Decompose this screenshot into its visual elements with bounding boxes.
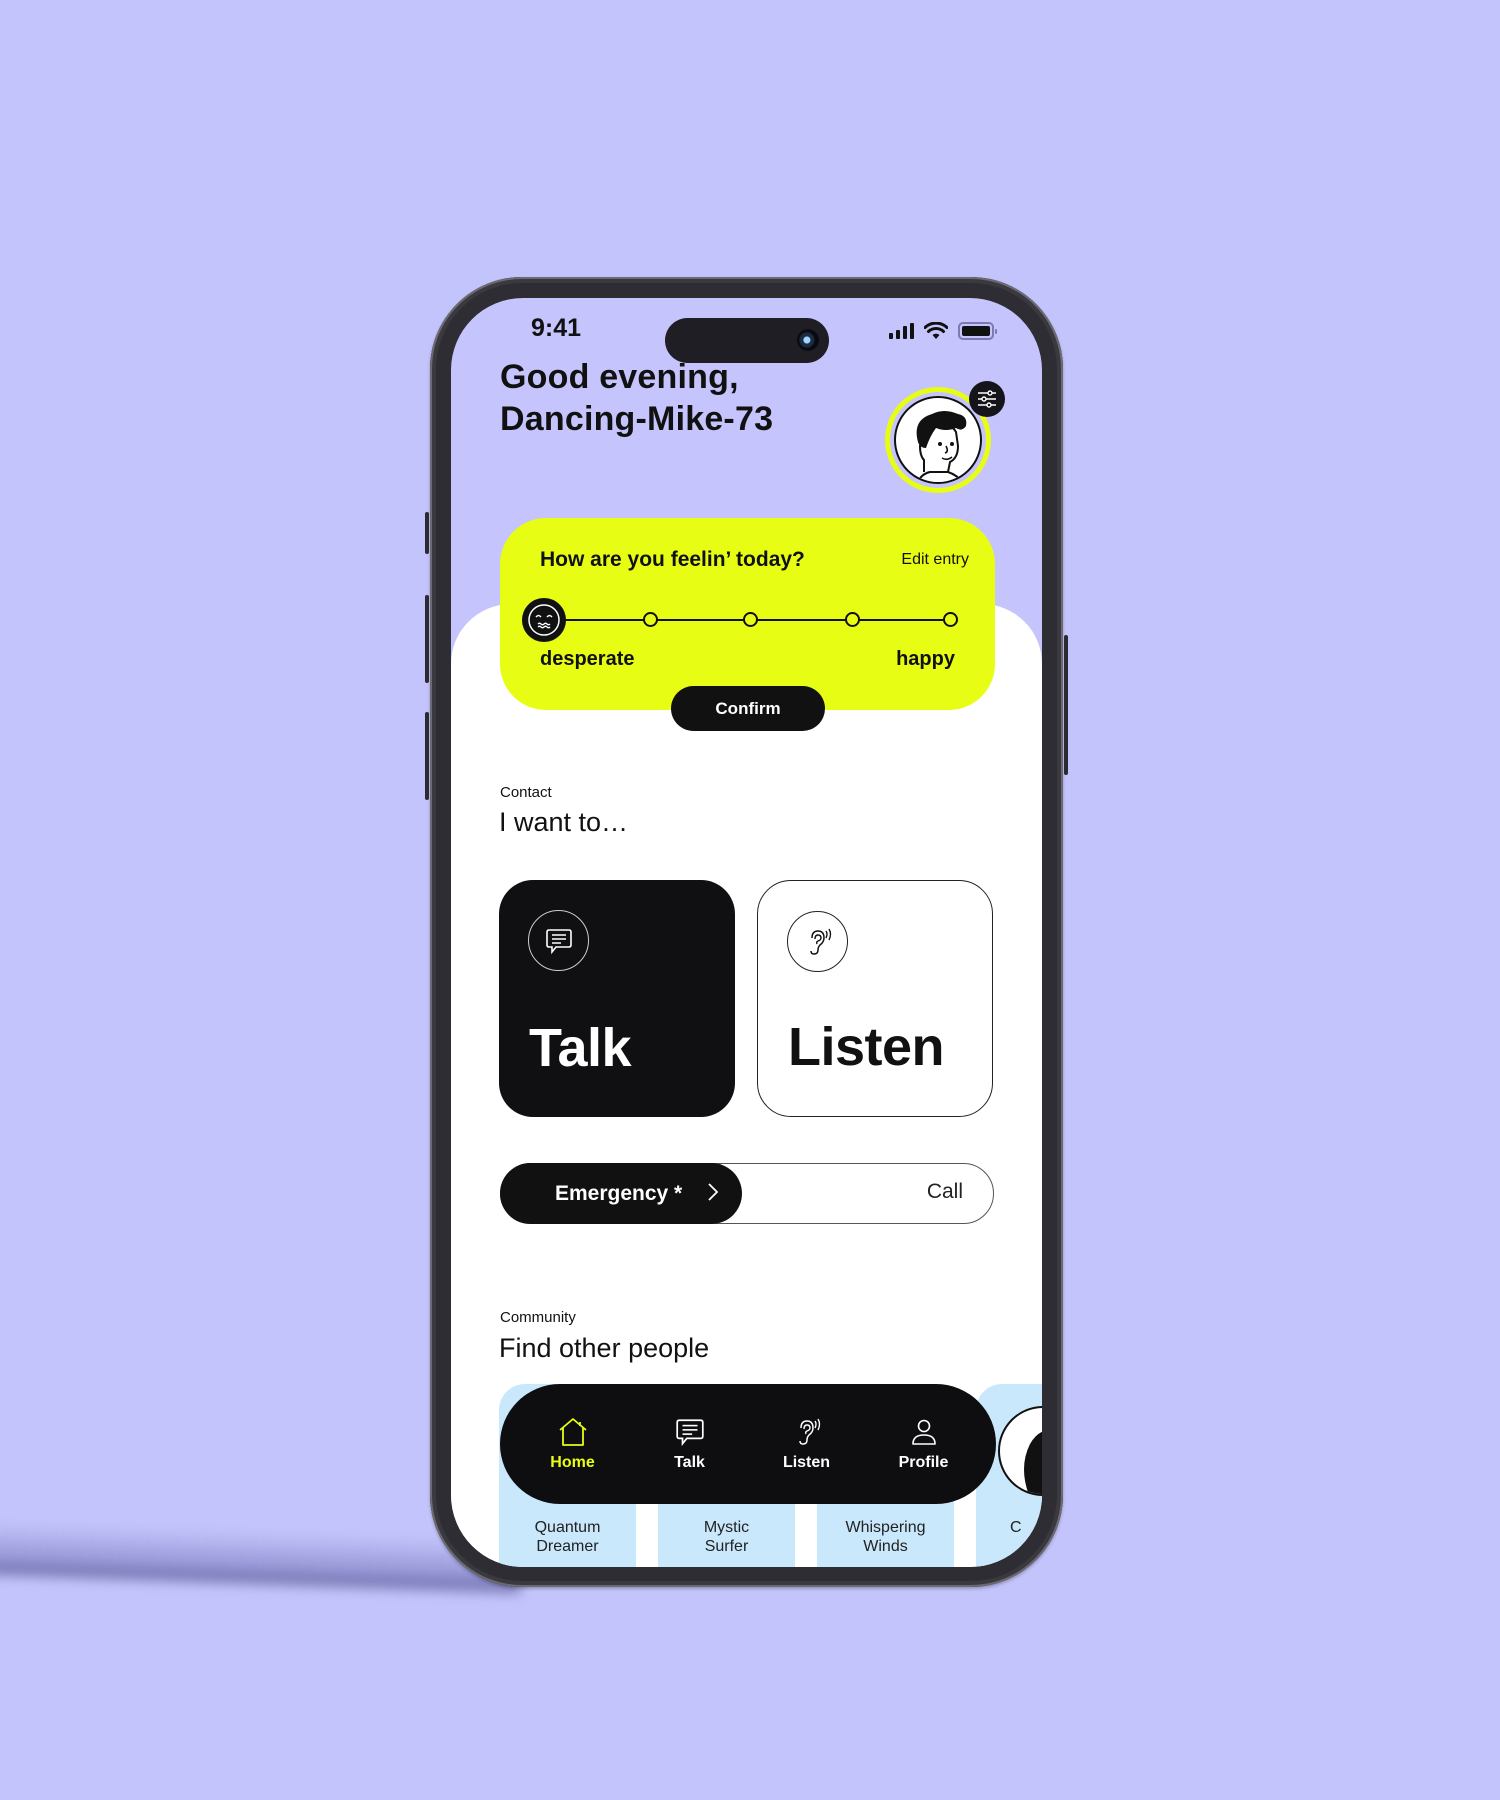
call-label: Call	[926, 1180, 963, 1203]
mood-step-2[interactable]	[643, 612, 658, 627]
settings-button[interactable]	[969, 381, 1005, 417]
mood-step-5[interactable]	[943, 612, 958, 627]
chat-bubble-icon	[545, 928, 572, 954]
community-avatar-icon	[998, 1406, 1042, 1496]
ear-icon	[809, 928, 831, 955]
ear-icon	[798, 1418, 820, 1445]
community-card-name: Quantum Dreamer	[534, 1519, 601, 1555]
nav-label-listen: Listen	[782, 1454, 831, 1471]
signal-icon	[889, 323, 914, 339]
mood-low-label: desperate	[540, 648, 635, 670]
status-time: 9:41	[531, 314, 582, 342]
mood-slider[interactable]	[522, 598, 970, 642]
community-card-name: Mystic Surfer	[703, 1519, 750, 1555]
contact-section-label: Contact	[500, 784, 552, 801]
home-icon	[558, 1418, 587, 1446]
listen-label: Listen	[788, 1017, 945, 1077]
talk-icon-circle	[528, 910, 589, 971]
phone-frame: 9:41 Good evening, Dancing-Mike-73 Conta…	[425, 277, 1068, 1587]
mood-slider-knob[interactable]	[522, 598, 566, 642]
user-avatar-icon	[894, 396, 982, 484]
edit-entry-link[interactable]: Edit entry	[901, 551, 969, 569]
listen-card[interactable]: Listen	[757, 880, 993, 1117]
greeting: Good evening, Dancing-Mike-73	[500, 356, 773, 440]
action-button	[425, 512, 429, 554]
nav-label-profile: Profile	[898, 1454, 949, 1471]
emergency-call-slider[interactable]: Emergency * Call	[500, 1163, 994, 1224]
wifi-icon	[924, 322, 948, 339]
power-button	[1064, 635, 1068, 775]
status-icons	[889, 322, 997, 340]
battery-icon	[958, 322, 997, 340]
mood-card: How are you feelin’ today? Edit entry de…	[500, 518, 995, 710]
volume-up-button	[425, 595, 429, 683]
chevron-right-icon	[708, 1183, 719, 1201]
talk-card[interactable]: Talk	[499, 880, 735, 1117]
nav-item-profile[interactable]: Profile	[874, 1416, 974, 1472]
community-card-name: C	[1010, 1519, 1022, 1536]
emergency-label: Emergency *	[555, 1181, 683, 1205]
emergency-slider-handle[interactable]: Emergency *	[500, 1163, 742, 1224]
mood-question: How are you feelin’ today?	[540, 548, 805, 571]
nav-label-home: Home	[550, 1454, 595, 1471]
community-section-label: Community	[500, 1309, 576, 1326]
nav-item-listen[interactable]: Listen	[757, 1416, 857, 1472]
community-title: Find other people	[499, 1333, 710, 1363]
sliders-icon	[978, 390, 996, 408]
contact-title: I want to…	[499, 807, 629, 837]
nav-item-talk[interactable]: Talk	[640, 1416, 740, 1472]
mood-step-3[interactable]	[743, 612, 758, 627]
sad-face-icon	[528, 604, 560, 636]
nav-label-talk: Talk	[674, 1454, 705, 1471]
nav-item-home[interactable]: Home	[523, 1416, 623, 1472]
chat-bubble-icon	[675, 1419, 704, 1447]
greeting-line-1: Good evening,	[500, 358, 739, 396]
person-icon	[911, 1419, 936, 1445]
user-name: Dancing-Mike-73	[500, 400, 774, 438]
bottom-nav: Home Talk Listen Profile	[500, 1384, 996, 1504]
app-screen: 9:41 Good evening, Dancing-Mike-73 Conta…	[451, 298, 1042, 1567]
community-card-name: Whispering Winds	[845, 1519, 926, 1555]
mood-step-4[interactable]	[845, 612, 860, 627]
talk-label: Talk	[529, 1018, 632, 1078]
volume-down-button	[425, 712, 429, 800]
mood-high-label: happy	[896, 648, 955, 670]
listen-icon-circle	[787, 911, 848, 972]
camera-lens-icon	[797, 329, 819, 351]
confirm-mood-button[interactable]: Confirm	[671, 686, 825, 731]
